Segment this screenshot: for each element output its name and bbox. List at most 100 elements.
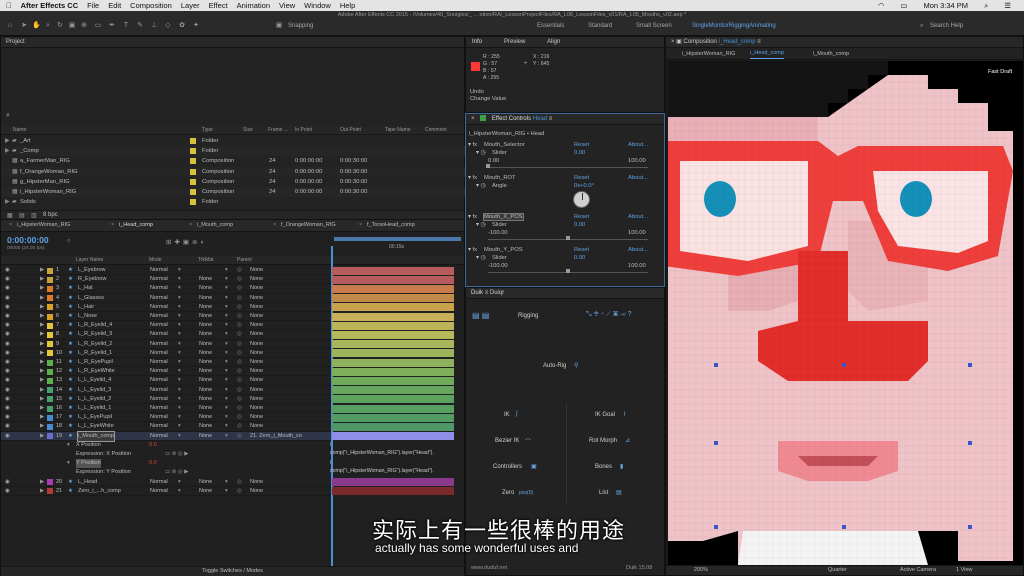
trkmat-dropdown-icon[interactable]: ▾ xyxy=(225,284,228,293)
menu-animation[interactable]: Animation xyxy=(237,1,270,10)
effect-controls-layer[interactable]: Head xyxy=(533,116,547,122)
label-color[interactable] xyxy=(190,189,196,195)
trkmat-dropdown-icon[interactable]: ▾ xyxy=(225,422,228,431)
workspace-small-screen[interactable]: Small Screen xyxy=(636,22,672,30)
layer-parent[interactable]: None xyxy=(250,478,263,487)
property-name[interactable]: Y Position xyxy=(76,459,101,469)
parent-pickwhip-icon[interactable]: ◎ xyxy=(237,376,242,385)
effect-expand-icon[interactable]: ▾ fx xyxy=(468,214,477,220)
zero-button[interactable]: Zero xyxy=(502,490,514,496)
layer-row[interactable]: ◉ ▶ 17 ★ L_L_EyePupil Normal ▾ None ▾ ◎ None xyxy=(1,413,331,423)
parent-pickwhip-icon[interactable]: ◎ xyxy=(237,266,242,275)
layer-label-color[interactable] xyxy=(47,387,53,394)
camera-tool-icon[interactable]: ▣ xyxy=(68,22,76,30)
controllers-button[interactable]: Controllers xyxy=(493,464,522,470)
layer-row[interactable]: ◉ ▶ 6 ★ L_Nose Normal ▾ None ▾ ◎ None xyxy=(1,312,331,322)
resolution-select[interactable]: Quarter xyxy=(828,566,847,575)
rectangle-tool-icon[interactable]: ▭ xyxy=(94,22,102,30)
ikgoal-button[interactable]: IK Goal xyxy=(595,412,615,418)
layer-row[interactable]: ◉ ▶ 16 ★ L_L_Eyelid_1 Normal ▾ None ▾ ◎ None xyxy=(1,404,331,414)
layer-mode[interactable]: Normal xyxy=(150,413,168,422)
effect-value[interactable]: 0.00 xyxy=(574,150,585,156)
layer-row[interactable]: ◉ ▶ 19 ★ i_Mouth_comp Normal ▾ None ▾ ◎ 21. Zero_i… xyxy=(1,430,331,442)
timeline-switch-icons[interactable]: ⊞✚▣⊛◐ xyxy=(166,238,207,246)
label-color[interactable] xyxy=(190,168,196,175)
col-name[interactable]: Name xyxy=(13,127,26,133)
layer-label-color[interactable] xyxy=(47,433,53,440)
layer-duration-bar[interactable] xyxy=(332,478,454,487)
parent-pickwhip-icon[interactable]: ◎ xyxy=(237,386,242,395)
layer-row[interactable]: ◉ ▶ 12 ★ L_R_EyeWhite Normal ▾ None ▾ ◎ None xyxy=(1,367,331,377)
effect-about-button[interactable]: About... xyxy=(628,247,648,253)
rotmorph-button[interactable]: Rot Morph xyxy=(589,438,617,444)
menu-layer[interactable]: Layer xyxy=(181,1,200,10)
layer-row[interactable]: ◉ ▶ 21 ★ Zero_i_...h_comp Normal ▾ None ▾ ◎ None xyxy=(1,487,331,496)
layer-label-color[interactable] xyxy=(47,377,53,384)
parent-pickwhip-icon[interactable]: ◎ xyxy=(237,367,242,376)
expand-arrow-icon[interactable]: ▶ xyxy=(40,266,44,275)
layer-duration-bar[interactable] xyxy=(332,487,454,496)
expand-arrow-icon[interactable]: ▶ xyxy=(40,367,44,376)
trkmat-dropdown-icon[interactable]: ▾ xyxy=(225,358,228,367)
eye-icon[interactable]: ◉ xyxy=(5,321,10,330)
header-layer-name[interactable]: Layer Name xyxy=(76,257,103,263)
trkmat-dropdown-icon[interactable]: ▾ xyxy=(225,303,228,312)
project-item[interactable]: ▶ ▰ Solids Folder xyxy=(1,197,465,207)
mode-dropdown-icon[interactable]: ▾ xyxy=(178,349,181,358)
layer-trkmat[interactable]: None xyxy=(199,349,212,358)
layer-duration-bar[interactable] xyxy=(332,358,454,367)
layer-trkmat[interactable]: None xyxy=(199,487,212,496)
trkmat-dropdown-icon[interactable]: ▾ xyxy=(225,266,228,275)
project-item[interactable]: ▶ ▰ _Comp Folder xyxy=(1,146,465,157)
layer-parent[interactable]: None xyxy=(250,303,263,312)
property-name[interactable]: X Position xyxy=(76,441,101,450)
timeline-tab[interactable]: i_HipsterWoman_RIG xyxy=(17,222,70,228)
layer-mode[interactable]: Normal xyxy=(150,266,168,275)
bezier-ik-button[interactable]: Bezier IK xyxy=(495,438,519,444)
menu-effect[interactable]: Effect xyxy=(209,1,228,10)
expand-arrow-icon[interactable]: ▶ xyxy=(40,395,44,404)
mode-dropdown-icon[interactable]: ▾ xyxy=(178,284,181,293)
expression-controls-icon[interactable]: ▭ ⊚ ◎ ▶ xyxy=(165,468,188,477)
list-icon[interactable]: ☰ xyxy=(1004,1,1011,10)
tab-duik[interactable]: Duik xyxy=(471,290,483,296)
parent-pickwhip-icon[interactable]: ◎ xyxy=(237,404,242,413)
effect-reset-button[interactable]: Reset xyxy=(574,142,589,148)
layer-trkmat[interactable]: None xyxy=(199,330,212,339)
layer-parent[interactable]: None xyxy=(250,284,263,293)
tab-preview[interactable]: Preview xyxy=(504,37,525,48)
mode-dropdown-icon[interactable]: ▾ xyxy=(178,294,181,303)
stopwatch-icon[interactable]: ▾ ◷ xyxy=(476,183,486,189)
layer-mode[interactable]: Normal xyxy=(150,376,168,385)
apple-icon[interactable]:  xyxy=(6,1,12,10)
autorig-button[interactable]: Auto-Rig xyxy=(543,363,566,369)
layer-label-color[interactable] xyxy=(47,350,53,357)
expand-arrow-icon[interactable]: ▶ xyxy=(40,303,44,312)
eye-icon[interactable]: ◉ xyxy=(5,284,10,293)
toggle-switches-modes[interactable]: Toggle Switches / Modes xyxy=(1,566,464,576)
layer-duration-bar[interactable] xyxy=(332,303,454,312)
mode-dropdown-icon[interactable]: ▾ xyxy=(178,487,181,496)
layer-trkmat[interactable]: None xyxy=(199,340,212,349)
eye-icon[interactable]: ◉ xyxy=(5,266,10,275)
wifi-icon[interactable]: ◠ xyxy=(878,1,885,10)
parent-pickwhip-icon[interactable]: ◎ xyxy=(237,478,242,487)
trkmat-dropdown-icon[interactable]: ▾ xyxy=(225,312,228,321)
layer-parent[interactable]: None xyxy=(250,330,263,339)
layer-trkmat[interactable]: None xyxy=(199,422,212,431)
layer-mode[interactable]: Normal xyxy=(150,422,168,431)
trkmat-dropdown-icon[interactable]: ▾ xyxy=(225,367,228,376)
eye-icon[interactable]: ◉ xyxy=(5,367,10,376)
comp-tab-hipsterwoman[interactable]: i_HipsterWoman_RIG xyxy=(682,48,735,60)
trkmat-dropdown-icon[interactable]: ▾ xyxy=(225,340,228,349)
layer-label-color[interactable] xyxy=(47,479,53,486)
parent-pickwhip-icon[interactable]: ◎ xyxy=(237,340,242,349)
effect-slider-handle[interactable] xyxy=(566,236,570,240)
layer-row[interactable]: ◉ ▶ 7 ★ L_R_Eyelid_4 Normal ▾ None ▾ ◎ None xyxy=(1,321,331,331)
rotate-tool-icon[interactable]: ↻ xyxy=(56,22,64,30)
expression-text[interactable]: comp("i_HipsterWoman_RIG").layer("Head")… xyxy=(330,468,434,474)
project-item-name[interactable]: Solids xyxy=(20,197,36,207)
layer-mode[interactable]: Normal xyxy=(150,358,168,367)
ik-button[interactable]: IK xyxy=(504,412,510,418)
workspace-active[interactable]: SingleMonitorRiggingAnimating xyxy=(692,22,776,30)
